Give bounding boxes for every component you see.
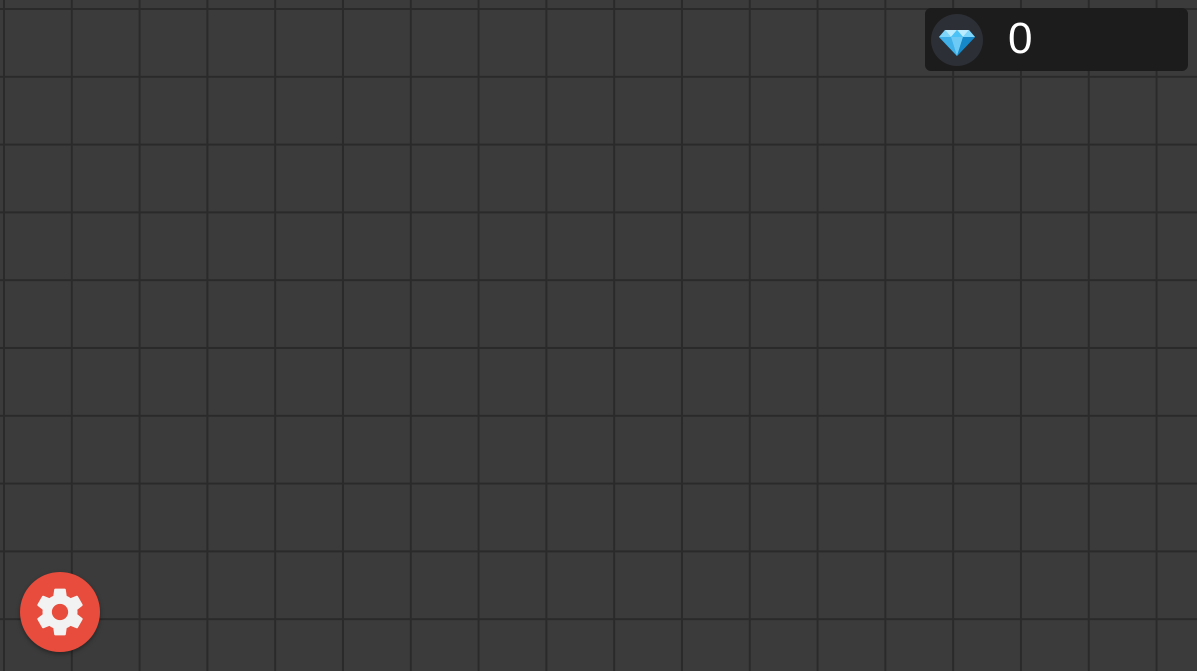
gem-counter: 0 [925,8,1188,71]
gem-count: 0 [1008,14,1033,63]
game-board[interactable]: 0 [0,0,1197,671]
gear-icon [37,588,83,636]
settings-button[interactable] [20,572,100,652]
gem-icon [939,30,975,56]
gem-badge [931,14,983,66]
